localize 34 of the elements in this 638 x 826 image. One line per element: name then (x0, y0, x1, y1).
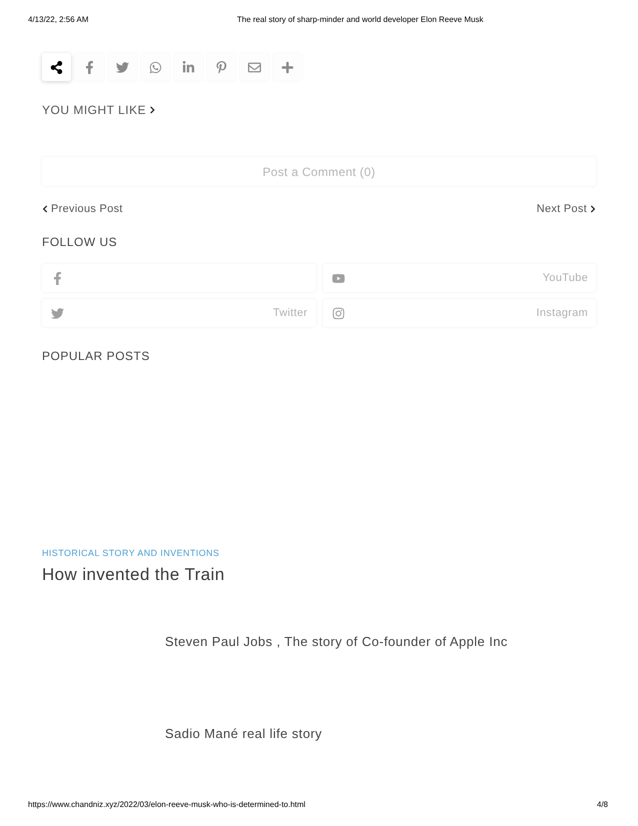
page-url: https://www.chandniz.xyz/2022/03/elon-reeve-musk-who-is-determined-to.html (28, 800, 306, 810)
linkedin-share-button[interactable] (174, 53, 203, 81)
twitter-icon (116, 60, 129, 74)
twitter-icon (51, 306, 64, 320)
facebook-icon (83, 60, 96, 74)
youtube-icon (332, 272, 344, 284)
chevron-left-icon (42, 205, 48, 213)
instagram-icon (332, 306, 344, 320)
section-heading: POPULAR POSTS (42, 348, 150, 364)
more-share-button[interactable] (273, 53, 302, 81)
facebook-icon (51, 272, 64, 284)
chevron-right-icon (149, 106, 156, 114)
post-title-link[interactable]: Steven Paul Jobs , The story of Co-founder of Apple Inc (165, 633, 508, 651)
you-might-like-link[interactable]: YOU MIGHT LIKE (42, 102, 156, 118)
post-title-link[interactable]: How invented the Train (42, 564, 225, 586)
pinterest-icon (215, 60, 228, 74)
print-date: 4/13/22, 2:56 AM (28, 15, 90, 25)
pinterest-share-button[interactable] (207, 53, 236, 81)
share-icon (50, 60, 63, 74)
page-title: The real story of sharp-minder and world developer Elon Reeve Musk (237, 15, 484, 25)
previous-post-link[interactable]: Previous Post (42, 201, 123, 217)
page-number: 4/8 (596, 800, 608, 810)
whatsapp-share-button[interactable] (141, 53, 170, 81)
email-share-button[interactable] (240, 53, 269, 81)
linkedin-icon (182, 60, 195, 74)
section-heading: FOLLOW US (42, 234, 118, 250)
whatsapp-icon (149, 60, 162, 74)
chevron-right-icon (590, 205, 596, 213)
plus-icon (281, 60, 294, 74)
post-title-link[interactable]: Sadio Mané real life story (165, 725, 322, 743)
next-post-link[interactable]: Next Post (536, 201, 596, 217)
share-button[interactable] (42, 53, 71, 81)
mail-icon (248, 60, 261, 74)
twitter-share-button[interactable] (108, 53, 137, 81)
